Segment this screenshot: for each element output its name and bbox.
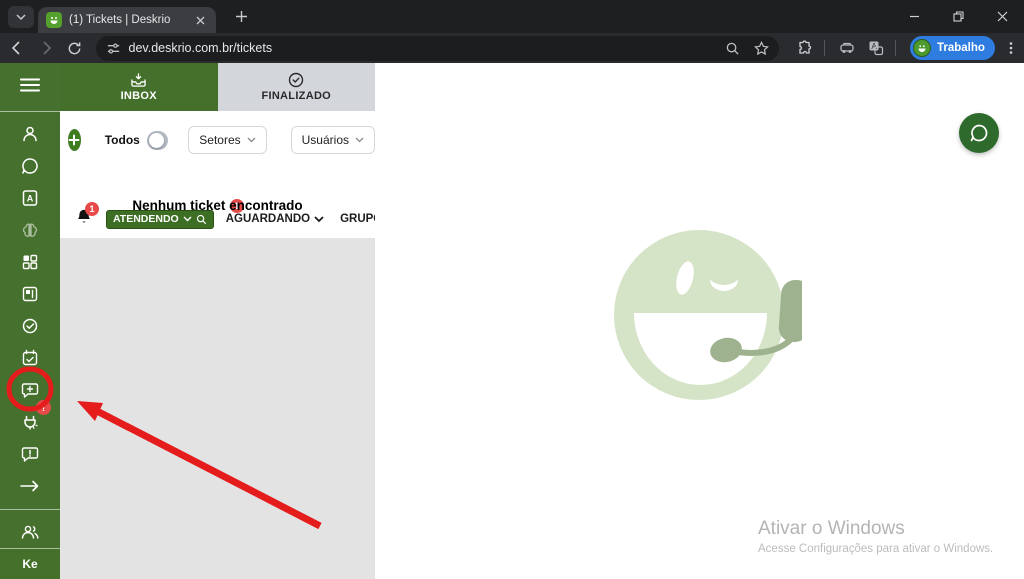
chat-alert-icon xyxy=(21,445,39,463)
empty-ticket-message: Nenhum ticket encontrado xyxy=(60,198,375,213)
tab-title: (1) Tickets | Deskrio xyxy=(69,14,192,26)
deskrio-watermark-logo xyxy=(602,215,802,415)
user-initials[interactable]: Ke xyxy=(0,548,60,579)
tab-close-icon[interactable] xyxy=(192,12,208,28)
sidebar-item-new-ticket[interactable] xyxy=(0,374,60,406)
brain-icon xyxy=(21,221,39,239)
window-minimize-button[interactable] xyxy=(892,0,936,32)
translate-icon[interactable]: A xyxy=(864,35,889,61)
todos-toggle[interactable] xyxy=(147,131,168,150)
windows-activation-watermark: Ativar o Windows Acesse Configurações pa… xyxy=(758,518,993,555)
sidebar-item-logout[interactable] xyxy=(0,470,60,502)
usuarios-dropdown[interactable]: Usuários xyxy=(291,126,375,154)
back-button[interactable] xyxy=(4,35,29,61)
chevron-down-icon xyxy=(314,216,324,223)
windows-activation-title: Ativar o Windows xyxy=(758,518,993,540)
chat-icon xyxy=(21,157,39,175)
user-initials-label: Ke xyxy=(22,557,37,571)
sidebar-divider xyxy=(0,509,60,510)
ticket-tabs: INBOX FINALIZADO xyxy=(60,63,375,111)
extensions-icon[interactable] xyxy=(793,35,818,61)
tab-inbox-label: INBOX xyxy=(121,90,157,102)
kanban-icon xyxy=(21,285,39,303)
chat-bubble-icon xyxy=(969,123,989,143)
sidebar-divider xyxy=(0,111,60,112)
window-restore-button[interactable] xyxy=(936,0,980,32)
user-icon xyxy=(21,125,39,143)
sidebar-item-kanban[interactable] xyxy=(0,278,60,310)
tab-finalizado-label: FINALIZADO xyxy=(261,90,331,102)
search-icon[interactable] xyxy=(196,214,207,225)
chevron-down-icon xyxy=(355,137,364,143)
add-ticket-button[interactable] xyxy=(68,129,81,151)
bookmark-star-icon[interactable] xyxy=(754,41,769,56)
site-settings-icon[interactable] xyxy=(106,41,121,56)
toolbar-separator xyxy=(895,40,896,56)
menu-icon[interactable] xyxy=(0,65,60,105)
sidebar-item-knowledge[interactable]: A xyxy=(0,182,60,214)
sidebar-item-chats[interactable] xyxy=(0,150,60,182)
usuarios-label: Usuários xyxy=(302,133,349,147)
svg-text:A: A xyxy=(27,194,34,204)
done-circle-icon xyxy=(288,72,304,88)
new-tab-button[interactable] xyxy=(228,4,254,30)
tab-list-button[interactable] xyxy=(8,6,34,28)
team-icon xyxy=(20,524,40,540)
status-tab-aguardando[interactable]: 1 AGUARDANDO xyxy=(226,213,324,225)
atendendo-label: ATENDENDO xyxy=(113,213,179,225)
inbox-icon xyxy=(130,73,147,88)
plus-icon xyxy=(68,134,80,146)
apps-grid-icon xyxy=(21,253,39,271)
ticket-filters: Todos Setores Usuários 1 ATENDENDO xyxy=(60,111,375,238)
profile-chip[interactable]: Trabalho xyxy=(910,36,995,60)
windows-activation-subtitle: Acesse Configurações para ativar o Windo… xyxy=(758,543,993,555)
sidebar: A ! xyxy=(0,63,60,579)
browser-menu-icon[interactable] xyxy=(999,35,1024,61)
sidebar-item-contacts[interactable] xyxy=(0,118,60,150)
setores-label: Setores xyxy=(199,133,240,147)
sidebar-item-team[interactable] xyxy=(0,516,60,548)
sidebar-item-schedule[interactable] xyxy=(0,342,60,374)
todos-label: Todos xyxy=(105,133,140,147)
sidebar-item-tasks[interactable] xyxy=(0,310,60,342)
ticket-panel: INBOX FINALIZADO Todos Setores Usuários xyxy=(60,63,375,579)
toolbar-separator xyxy=(824,40,825,56)
deskrio-favicon-icon xyxy=(46,12,62,28)
reload-button[interactable] xyxy=(62,35,87,61)
address-bar[interactable]: dev.deskrio.com.br/tickets xyxy=(96,36,779,61)
chevron-down-icon xyxy=(183,216,192,222)
aguardando-label: AGUARDANDO xyxy=(226,213,310,225)
sidebar-item-ai[interactable] xyxy=(0,214,60,246)
url-text[interactable]: dev.deskrio.com.br/tickets xyxy=(129,41,725,55)
browser-toolbar: dev.deskrio.com.br/tickets A Trabalho xyxy=(0,33,1024,63)
setores-dropdown[interactable]: Setores xyxy=(188,126,266,154)
chevron-down-icon xyxy=(15,11,27,23)
integration-alert-badge: ! xyxy=(36,400,51,415)
knowledge-book-icon: A xyxy=(21,189,39,207)
browser-tab-strip: (1) Tickets | Deskrio xyxy=(0,0,1024,33)
plug-icon xyxy=(21,413,39,431)
toggle-knob xyxy=(149,133,164,148)
chat-add-icon xyxy=(21,381,39,399)
calendar-check-icon xyxy=(21,349,39,367)
sidebar-item-integrations[interactable]: ! xyxy=(0,406,60,438)
profile-label: Trabalho xyxy=(937,42,985,54)
sidebar-item-dashboard[interactable] xyxy=(0,246,60,278)
check-circle-icon xyxy=(21,317,39,335)
new-chat-fab[interactable] xyxy=(959,113,999,153)
deskrio-app: A ! xyxy=(0,63,1024,579)
logout-arrow-icon xyxy=(20,479,40,493)
sidebar-item-internal-chat[interactable] xyxy=(0,438,60,470)
profile-avatar xyxy=(913,39,931,57)
window-close-button[interactable] xyxy=(980,0,1024,32)
forward-button[interactable] xyxy=(33,35,58,61)
tab-inbox[interactable]: INBOX xyxy=(60,63,218,111)
browser-tab[interactable]: (1) Tickets | Deskrio xyxy=(38,7,216,33)
zoom-icon[interactable] xyxy=(725,41,740,56)
conversation-area: Ativar o Windows Acesse Configurações pa… xyxy=(375,63,1024,579)
extension-car-icon[interactable] xyxy=(835,35,860,61)
tab-finalizado[interactable]: FINALIZADO xyxy=(218,63,376,111)
chevron-down-icon xyxy=(247,137,256,143)
